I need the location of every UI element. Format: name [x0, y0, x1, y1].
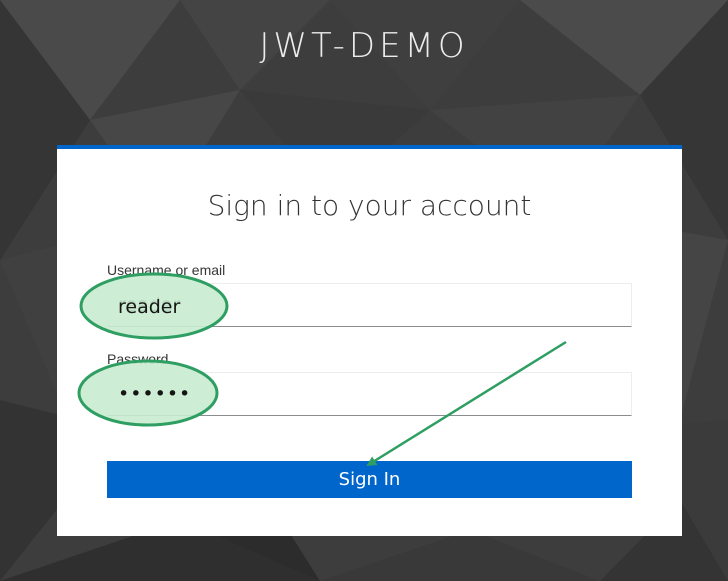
username-input[interactable] — [107, 283, 632, 327]
username-label: Username or email — [107, 262, 226, 278]
page-title: Sign in to your account — [207, 189, 532, 222]
password-label: Password — [107, 351, 169, 367]
sign-in-button[interactable]: Sign In — [107, 461, 632, 498]
password-input[interactable] — [107, 372, 632, 416]
login-card: Sign in to your account Username or emai… — [57, 145, 682, 536]
brand-title: JWT-DEMO — [259, 26, 469, 66]
